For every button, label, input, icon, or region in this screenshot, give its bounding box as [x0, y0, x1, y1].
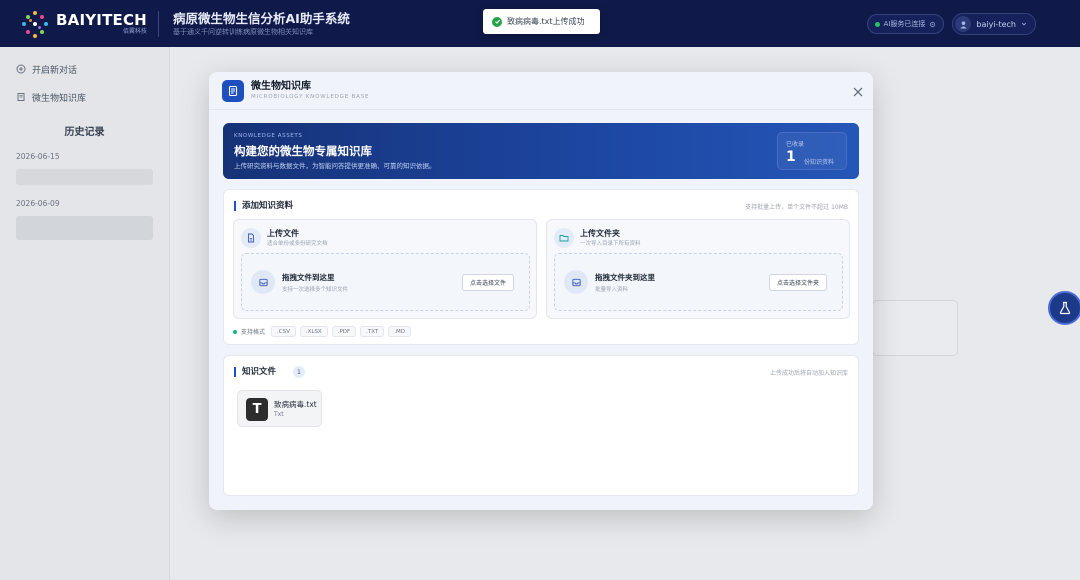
format-chip: .XLSX	[299, 326, 328, 337]
app-title: 病原微生物生信分析AI助手系统	[173, 10, 350, 26]
format-chip: .CSV	[271, 326, 296, 337]
sidebar: 开启新对话 微生物知识库 历史记录 2026-06-15 2026-06-09	[0, 47, 170, 580]
gear-icon	[930, 21, 936, 27]
select-folder-button[interactable]: 点击选择文件夹	[768, 274, 827, 291]
knowledge-book-icon	[222, 79, 244, 102]
banner-tag: KNOWLEDGE ASSETS	[234, 133, 303, 139]
formats-label: 支持格式	[241, 329, 266, 336]
sidebar-item-new-chat[interactable]: 开启新对话	[0, 55, 169, 83]
upload-folder-desc: 一次导入目录下所有资料	[580, 241, 641, 247]
folder-drop-zone[interactable]: 拖拽文件夹到这里 批量导入资料 点击选择文件夹	[554, 253, 843, 311]
inbox-icon	[251, 270, 275, 294]
user-icon	[960, 20, 967, 29]
txt-file-icon: T	[246, 398, 268, 421]
folder-icon	[554, 228, 574, 248]
upload-success-toast: 致病病毒.txt上传成功	[483, 9, 600, 34]
modal-title: 微生物知识库	[251, 80, 311, 92]
flask-icon	[1059, 301, 1071, 315]
history-title: 历史记录	[64, 127, 105, 138]
username: baiyi-tech	[976, 19, 1016, 29]
upload-folder-title: 上传文件夹	[580, 229, 620, 238]
section-title: 知识文件	[234, 367, 276, 377]
knowledge-base-modal: 微生物知识库 MICROBIOLOGY KNOWLEDGE BASE KNOWL…	[209, 72, 873, 510]
sidebar-item-label: 开启新对话	[32, 65, 78, 76]
history-date: 2026-06-15	[16, 152, 60, 161]
upload-file-title: 上传文件	[267, 229, 299, 238]
file-drop-zone[interactable]: 拖拽文件到这里 支持一次选择多个知识文件 点击选择文件	[241, 253, 530, 311]
format-chip: .PDF	[331, 326, 357, 337]
book-icon	[17, 93, 25, 101]
modal-header: 微生物知识库 MICROBIOLOGY KNOWLEDGE BASE	[209, 72, 873, 110]
history-item-redacted[interactable]	[16, 169, 153, 185]
supported-formats: 支持格式 .CSV .XLSX .PDF .TXT .MD	[233, 326, 412, 337]
knowledge-banner: KNOWLEDGE ASSETS 构建您的微生物专属知识库 上传研究资料与数据文…	[223, 123, 859, 179]
upload-limit-hint: 支持批量上传，单个文件不超过 10MB	[745, 204, 848, 211]
format-dot-icon	[233, 329, 237, 334]
history-item-redacted[interactable]	[16, 216, 153, 240]
close-icon[interactable]	[853, 87, 863, 97]
logo-subtitle: 佰翼科技	[122, 27, 147, 35]
ai-status-text: AI服务已连接	[883, 20, 926, 28]
toast-message: 致病病毒.txt上传成功	[507, 17, 585, 26]
stat-unit: 份知识资料	[804, 159, 835, 166]
banner-description: 上传研究资料与数据文件，为智能问答提供更准确、可靠的知识依据。	[234, 162, 436, 170]
drop-zone-desc: 支持一次选择多个知识文件	[282, 287, 349, 293]
plus-circle-icon	[16, 64, 26, 74]
upload-file-desc: 适合单份或多份研究文档	[267, 241, 328, 247]
logo-mark-icon	[20, 9, 50, 39]
brand-logo: BAIYITECH 佰翼科技	[20, 9, 148, 39]
header-divider	[158, 10, 159, 37]
status-dot-icon	[874, 21, 880, 27]
ai-status-badge[interactable]: AI服务已连接	[866, 14, 945, 34]
select-file-button[interactable]: 点击选择文件	[461, 274, 514, 291]
drop-zone-title: 拖拽文件到这里	[282, 273, 335, 282]
chevron-down-icon	[1021, 22, 1027, 26]
file-type: Txt	[274, 411, 284, 418]
lab-flask-button[interactable]	[1048, 291, 1080, 325]
upload-file-panel: 上传文件 适合单份或多份研究文档 拖拽文件到这里 支持一次选择多个知识文件 点击…	[233, 219, 537, 319]
stat-value: 1	[786, 149, 796, 165]
document-icon	[241, 228, 261, 248]
sidebar-item-label: 微生物知识库	[32, 93, 87, 104]
avatar	[955, 16, 972, 32]
logo-title: BAIYITECH	[56, 10, 147, 29]
check-circle-icon	[492, 16, 502, 27]
inbox-icon	[564, 270, 588, 294]
upload-folder-panel: 上传文件夹 一次导入目录下所有资料 拖拽文件夹到这里 批量导入资料 点击选择文件…	[546, 219, 850, 319]
file-count-badge: 1	[293, 366, 305, 378]
add-knowledge-section: 添加知识资料 支持批量上传，单个文件不超过 10MB 上传文件 适合单份或多份研…	[223, 189, 859, 345]
file-item[interactable]: T 致病病毒.txt Txt	[237, 390, 322, 427]
files-hint: 上传成功后将自动加入知识库	[769, 370, 848, 377]
format-chip: .TXT	[360, 326, 385, 337]
section-title: 添加知识资料	[234, 201, 293, 211]
knowledge-files-section: 知识文件 1 上传成功后将自动加入知识库 T 致病病毒.txt Txt	[223, 355, 859, 496]
collected-count-card: 已收录 1 份知识资料	[777, 132, 847, 170]
app-subtitle: 基于通义千问逆转训练病原微生物相关知识库	[173, 27, 313, 36]
format-chip: .MD	[388, 326, 412, 337]
sidebar-item-knowledge-base[interactable]: 微生物知识库	[0, 83, 169, 111]
modal-subtitle: MICROBIOLOGY KNOWLEDGE BASE	[251, 93, 370, 100]
history-date: 2026-06-09	[16, 199, 60, 208]
user-menu[interactable]: baiyi-tech	[952, 13, 1036, 35]
file-name: 致病病毒.txt	[274, 400, 317, 409]
banner-title: 构建您的微生物专属知识库	[234, 144, 372, 158]
drop-zone-title: 拖拽文件夹到这里	[595, 273, 655, 282]
drop-zone-desc: 批量导入资料	[595, 287, 629, 293]
stat-label: 已收录	[786, 141, 805, 148]
background-input-box	[872, 300, 958, 356]
